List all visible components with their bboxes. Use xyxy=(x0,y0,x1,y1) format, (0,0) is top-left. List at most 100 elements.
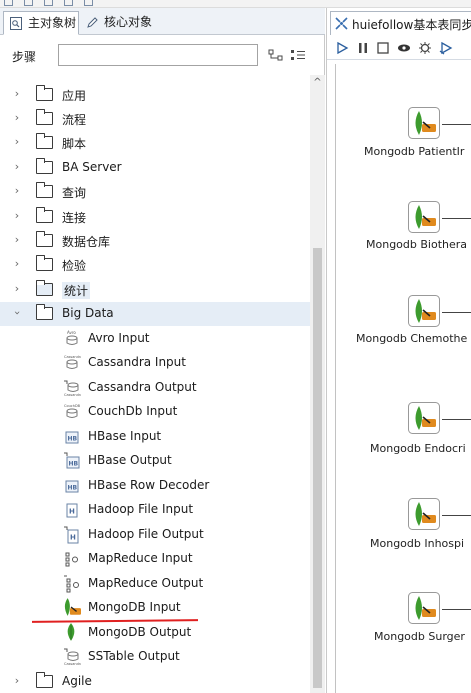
tree-folder-connection[interactable]: › 连接 xyxy=(0,205,310,229)
scroll-thumb[interactable] xyxy=(313,248,322,688)
hop-line xyxy=(442,609,471,610)
step-search-row: 步骤 xyxy=(0,35,325,75)
tree-item-hbase-output[interactable]: HB HBase Output xyxy=(0,449,310,473)
chevron-right-icon[interactable]: › xyxy=(12,161,22,172)
tree-folder-ba-server[interactable]: › BA Server xyxy=(0,156,310,180)
mongodb-input-node-icon[interactable] xyxy=(408,107,440,139)
chevron-right-icon[interactable]: › xyxy=(12,88,22,99)
tree-folder-flow[interactable]: › 流程 xyxy=(0,107,310,131)
svg-text:Avro: Avro xyxy=(67,330,76,335)
tree-item-hadoop-file-output[interactable]: H Hadoop File Output xyxy=(0,523,310,547)
mongodb-input-node-icon[interactable] xyxy=(408,498,440,530)
tree-folder-label: 统计 xyxy=(62,282,91,299)
debug-icon[interactable] xyxy=(418,41,432,55)
toolbar-icon-2[interactable] xyxy=(24,0,33,6)
left-tabbar: 主对象树 核心对象 xyxy=(0,8,325,35)
chevron-right-icon[interactable]: › xyxy=(12,112,22,123)
tree-item-hbase-row-decoder[interactable]: HB HBase Row Decoder xyxy=(0,474,310,498)
toolbar-icon-3[interactable] xyxy=(44,0,53,6)
replay-icon[interactable] xyxy=(439,41,453,55)
expand-list-icon[interactable] xyxy=(290,49,306,62)
toolbar-icon-5[interactable] xyxy=(84,0,93,6)
tree-folder-agile[interactable]: › Agile xyxy=(0,670,310,693)
chevron-right-icon[interactable]: › xyxy=(12,258,22,269)
pencil-icon xyxy=(87,17,98,28)
svg-text:HB: HB xyxy=(68,485,78,492)
hop-line xyxy=(442,419,471,420)
chevron-right-icon[interactable]: › xyxy=(12,283,22,294)
tab-main-object-tree-label: 主对象树 xyxy=(28,16,77,30)
tree-item-mapreduce-input[interactable]: MapReduce Input xyxy=(0,547,310,571)
avro-input-icon: Avro xyxy=(66,330,78,345)
collapse-tree-icon[interactable] xyxy=(268,49,284,62)
hadoop-file-output-icon: H xyxy=(64,526,79,544)
tree-folder-validation[interactable]: › 检验 xyxy=(0,253,310,277)
mongodb-input-node-icon[interactable] xyxy=(408,592,440,624)
preview-eye-icon[interactable] xyxy=(397,41,411,55)
tree-item-label: HBase Row Decoder xyxy=(88,478,210,492)
tree-item-label: MapReduce Output xyxy=(88,576,204,590)
svg-text:HB: HB xyxy=(69,461,79,468)
stop-icon[interactable] xyxy=(376,41,390,55)
object-tree-panel: 主对象树 核心对象 步骤 › 应用 › 流程 › 脚本 › BA Server … xyxy=(0,8,325,693)
tree-folder-label: 查询 xyxy=(62,186,87,200)
tree-item-mapreduce-output[interactable]: MapReduce Output xyxy=(0,572,310,596)
tab-main-object-tree[interactable]: 主对象树 xyxy=(3,11,79,35)
step-tree: › 应用 › 流程 › 脚本 › BA Server › 查询 › 连接 › 数… xyxy=(0,75,310,693)
chevron-down-icon[interactable]: › xyxy=(11,308,24,318)
sstable-output-icon: Cassandra xyxy=(64,648,81,666)
tree-item-cassandra-output[interactable]: Cassandra Cassandra Output xyxy=(0,376,310,400)
tab-transformation[interactable]: huiefollow基本表同步 xyxy=(330,11,471,35)
mongodb-input-node-icon[interactable] xyxy=(408,402,440,434)
folder-icon xyxy=(35,207,53,223)
tab-core-objects[interactable]: 核心对象 xyxy=(80,11,178,35)
chevron-right-icon[interactable]: › xyxy=(12,185,22,196)
tree-item-mongodb-output[interactable]: MongoDB Output xyxy=(0,621,310,645)
tree-folder-big-data[interactable]: › Big Data xyxy=(0,302,310,326)
tree-item-cassandra-input[interactable]: Cassandra Cassandra Input xyxy=(0,351,310,375)
run-icon[interactable] xyxy=(335,41,349,55)
tree-item-label: HBase Output xyxy=(88,453,172,467)
tree-item-sstable-output[interactable]: Cassandra SSTable Output xyxy=(0,645,310,669)
chevron-right-icon[interactable]: › xyxy=(12,675,22,686)
tree-item-label: Avro Input xyxy=(88,331,150,345)
tree-item-label: MapReduce Input xyxy=(88,551,193,565)
tree-folder-label: 连接 xyxy=(62,211,87,225)
svg-text:Cassandra: Cassandra xyxy=(64,355,81,359)
folder-icon xyxy=(35,255,53,271)
tree-scrollbar[interactable]: ^ xyxy=(310,75,325,693)
hop-line xyxy=(442,312,471,313)
svg-text:H: H xyxy=(70,534,76,542)
toolbar-icon-1[interactable] xyxy=(4,0,13,6)
tree-folder-data-warehouse[interactable]: › 数据仓库 xyxy=(0,229,310,253)
tree-folder-statistics[interactable]: › 统计 xyxy=(0,278,310,302)
cassandra-input-icon: Cassandra xyxy=(64,355,81,369)
pause-icon[interactable] xyxy=(356,41,370,55)
svg-text:HB: HB xyxy=(68,436,78,443)
tree-item-hadoop-file-input[interactable]: H Hadoop File Input xyxy=(0,498,310,522)
toolbar-icon-4[interactable] xyxy=(64,0,73,6)
tree-folder-script[interactable]: › 脚本 xyxy=(0,131,310,155)
transformation-canvas[interactable]: Mongodb PatientIr Mongodb Biothera Mongo… xyxy=(335,64,471,693)
node-label: Mongodb Biothera xyxy=(366,238,468,251)
chevron-right-icon[interactable]: › xyxy=(12,136,22,147)
tree-item-couchdb-input[interactable]: CouchDB CouchDb Input xyxy=(0,400,310,424)
folder-icon xyxy=(35,133,53,149)
object-tree-icon xyxy=(10,17,22,30)
mongodb-input-node-icon[interactable] xyxy=(408,295,440,327)
tree-folder-app[interactable]: › 应用 xyxy=(0,83,310,107)
tree-item-hbase-input[interactable]: HB HBase Input xyxy=(0,425,310,449)
tree-item-label: Hadoop File Output xyxy=(88,527,204,541)
tree-item-mongodb-input[interactable]: MongoDB Input xyxy=(0,596,310,620)
scroll-up-arrow-icon[interactable]: ^ xyxy=(310,75,325,91)
tree-folder-label: 数据仓库 xyxy=(62,235,111,249)
tree-item-label: CouchDb Input xyxy=(88,404,178,418)
chevron-right-icon[interactable]: › xyxy=(12,234,22,245)
tree-item-avro-input[interactable]: Avro Avro Input xyxy=(0,327,310,351)
mongodb-input-node-icon[interactable] xyxy=(408,201,440,233)
step-search-input[interactable] xyxy=(58,44,258,66)
tree-folder-query[interactable]: › 查询 xyxy=(0,180,310,204)
tree-folder-label: Agile xyxy=(62,674,92,688)
chevron-right-icon[interactable]: › xyxy=(12,210,22,221)
tree-folder-label: Big Data xyxy=(62,306,114,320)
